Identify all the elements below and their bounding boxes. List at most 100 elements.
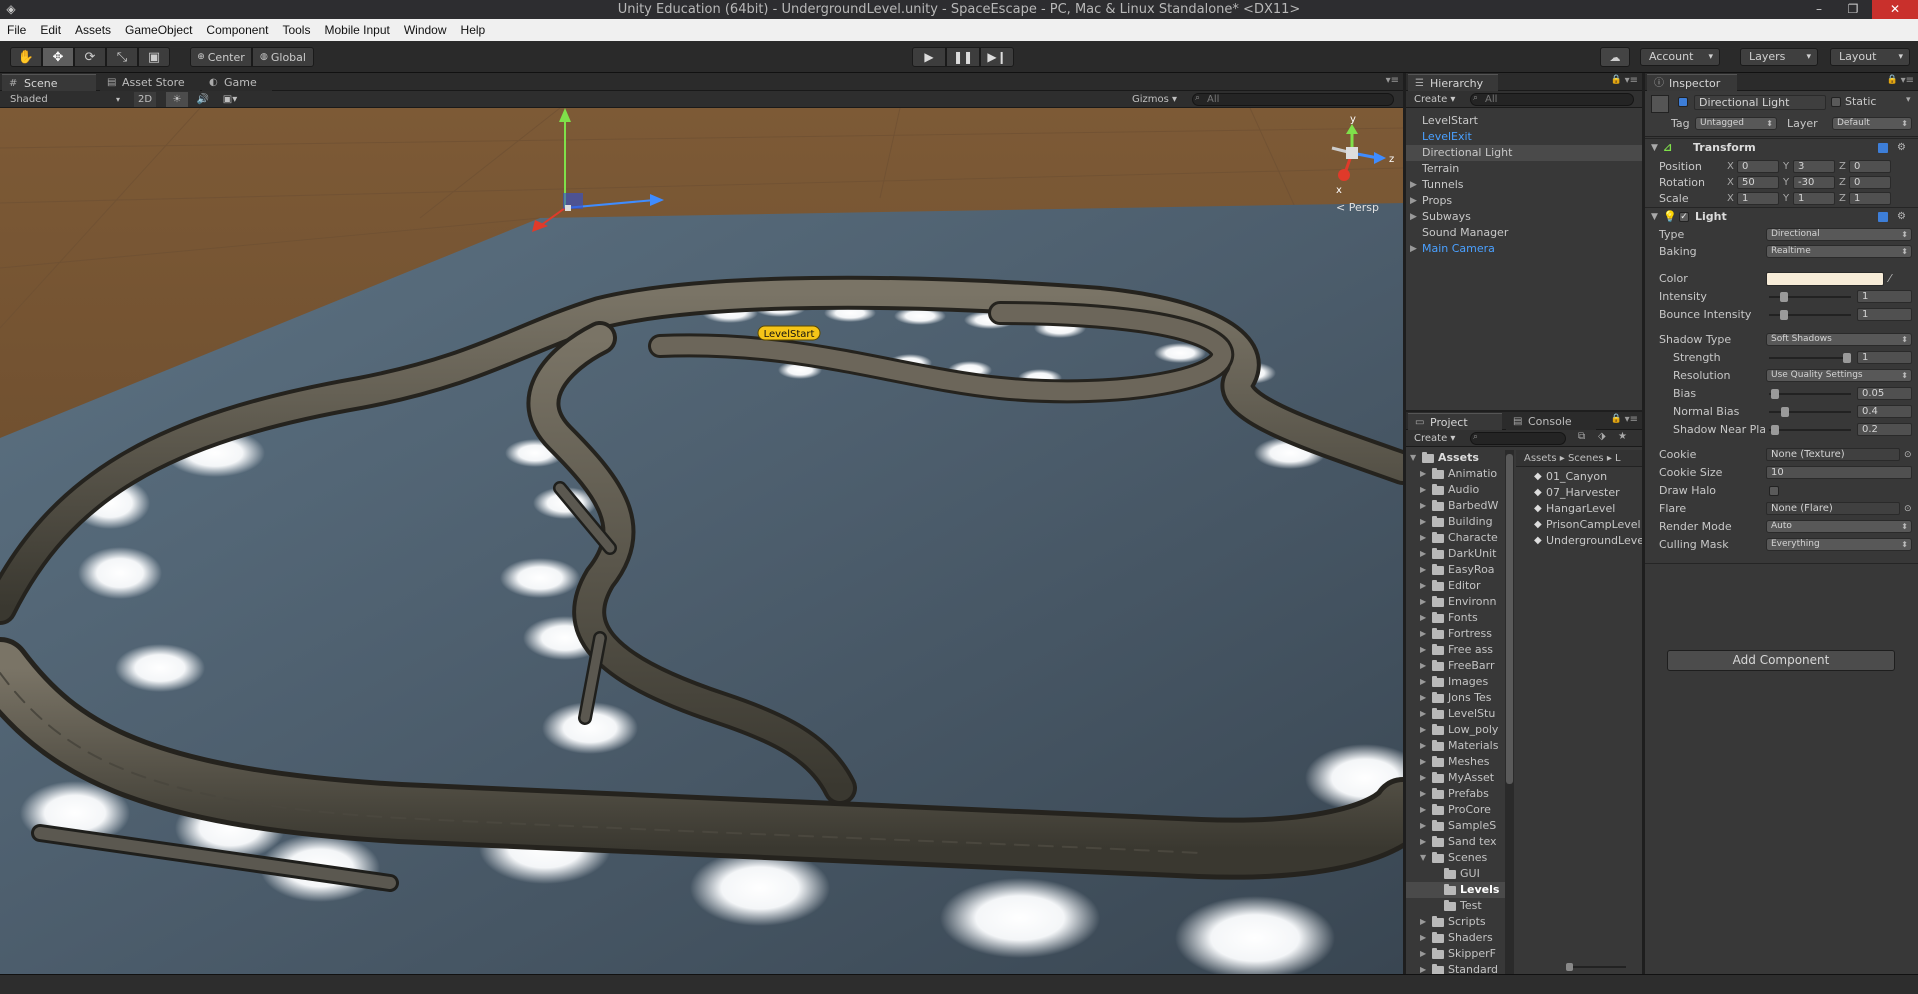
transform-x-input[interactable]: 1 [1737, 192, 1779, 205]
tree-item[interactable]: ▶ Prefabs [1406, 786, 1513, 802]
chevron-right-icon[interactable]: ▶ [1420, 658, 1426, 674]
tree-item[interactable]: ▶ Meshes [1406, 754, 1513, 770]
effects-toggle-icon[interactable]: ▣▾ [218, 92, 242, 107]
culling-mask-dropdown[interactable]: Everything [1766, 538, 1912, 551]
tree-item[interactable]: ▶ DarkUnit [1406, 546, 1513, 562]
chevron-right-icon[interactable]: ▶ [1420, 562, 1426, 578]
bias-slider[interactable] [1769, 393, 1851, 395]
audio-toggle-icon[interactable]: 🔊 [194, 92, 212, 107]
tree-item[interactable]: ▶ Building [1406, 514, 1513, 530]
chevron-right-icon[interactable]: ▶ [1420, 930, 1426, 946]
tree-item[interactable]: ▶ SkipperF [1406, 946, 1513, 962]
tree-item[interactable]: ▶ SampleS [1406, 818, 1513, 834]
transform-z-input[interactable]: 0 [1849, 160, 1891, 173]
light-color-swatch[interactable] [1766, 272, 1884, 286]
axis-z-label[interactable]: Z [1839, 159, 1846, 175]
axis-y-label[interactable]: Y [1783, 175, 1789, 191]
chevron-right-icon[interactable]: ▶ [1420, 818, 1426, 834]
hierarchy-item[interactable]: ▶ Props [1406, 193, 1642, 209]
tree-item[interactable]: ▶ EasyRoa [1406, 562, 1513, 578]
hierarchy-item[interactable]: ▶ Tunnels [1406, 177, 1642, 193]
hierarchy-item[interactable]: ▶ Main Camera [1406, 241, 1642, 257]
axis-x-label[interactable]: X [1727, 191, 1734, 207]
tree-item[interactable]: ▶ Standard [1406, 962, 1513, 974]
tree-item[interactable]: ▶ Animatio [1406, 466, 1513, 482]
tree-item[interactable]: ▶ Free ass [1406, 642, 1513, 658]
tree-item[interactable]: ▶ Scripts [1406, 914, 1513, 930]
tree-item[interactable]: ▶ Jons Tes [1406, 690, 1513, 706]
light-header[interactable]: ▼ 💡 ✓ Light ⚙ [1645, 207, 1918, 225]
object-picker-icon[interactable]: ⊙ [1904, 447, 1912, 463]
panel-menu-icon[interactable]: ▾≡ [1386, 75, 1399, 86]
menu-window[interactable]: Window [397, 19, 454, 41]
transform-y-input[interactable]: -30 [1793, 176, 1835, 189]
tab-project[interactable]: ▭ Project [1408, 413, 1502, 430]
chevron-right-icon[interactable]: ▶ [1420, 610, 1426, 626]
tab-console[interactable]: ▤ Console [1506, 413, 1596, 430]
breadcrumb-scenes[interactable]: Scenes [1568, 453, 1604, 464]
account-dropdown[interactable]: Account [1640, 48, 1720, 66]
space-global-button[interactable]: ◍ Global [252, 47, 314, 67]
hierarchy-item[interactable]: Directional Light [1406, 145, 1642, 161]
filter-type-icon[interactable]: ⧉ [1578, 431, 1585, 442]
axis-x-label[interactable]: X [1727, 159, 1734, 175]
close-button[interactable]: ✕ [1872, 0, 1918, 19]
pivot-center-button[interactable]: ⊕ Center [190, 47, 252, 67]
chevron-right-icon[interactable]: ▶ [1420, 626, 1426, 642]
tree-scrollbar[interactable] [1505, 450, 1514, 974]
scene-file-item[interactable]: ◆ 07_Harvester [1516, 485, 1642, 501]
tree-item[interactable]: ▶ LevelStu [1406, 706, 1513, 722]
normal-bias-slider-knob[interactable] [1781, 407, 1789, 417]
chevron-right-icon[interactable]: ▶ [1420, 594, 1426, 610]
rect-tool-icon[interactable]: ▣ [138, 47, 170, 67]
tree-item[interactable]: ▶ FreeBarr [1406, 658, 1513, 674]
chevron-right-icon[interactable]: ▶ [1420, 834, 1426, 850]
tree-item[interactable]: ▶ Fortress [1406, 626, 1513, 642]
tree-item[interactable]: Levels [1406, 882, 1513, 898]
hierarchy-search-input[interactable]: All [1470, 93, 1634, 106]
menu-edit[interactable]: Edit [33, 19, 68, 41]
chevron-right-icon[interactable]: ▶ [1410, 209, 1417, 225]
light-baking-dropdown[interactable]: Realtime [1766, 245, 1912, 258]
gizmos-dropdown[interactable]: Gizmos ▾ [1132, 92, 1177, 107]
strength-slider[interactable] [1769, 357, 1851, 359]
axis-y-label[interactable]: Y [1783, 191, 1789, 207]
hierarchy-item[interactable]: ▶ Subways [1406, 209, 1642, 225]
shading-dropdown[interactable]: Shaded [10, 92, 48, 107]
help-book-icon[interactable] [1878, 212, 1888, 222]
minimize-button[interactable]: – [1802, 0, 1836, 19]
bounce-slider-knob[interactable] [1780, 310, 1788, 320]
bounce-input[interactable]: 1 [1857, 308, 1912, 321]
near-plane-slider-knob[interactable] [1771, 425, 1779, 435]
static-checkbox[interactable] [1831, 97, 1841, 107]
lock-icon[interactable]: 🔒 [1611, 414, 1622, 424]
tree-item[interactable]: ▶ ProCore [1406, 802, 1513, 818]
cookie-object-field[interactable]: None (Texture) [1766, 448, 1900, 461]
bias-input[interactable]: 0.05 [1857, 387, 1912, 400]
chevron-right-icon[interactable]: ▶ [1410, 241, 1417, 257]
tree-item[interactable]: ▶ Audio [1406, 482, 1513, 498]
scene-file-item[interactable]: ◆ 01_Canyon [1516, 469, 1642, 485]
lock-icon[interactable]: 🔒 [1611, 75, 1622, 85]
shadow-type-dropdown[interactable]: Soft Shadows [1766, 333, 1912, 346]
cloud-icon[interactable]: ☁ [1600, 47, 1630, 67]
strength-slider-knob[interactable] [1843, 353, 1851, 363]
scene-file-item[interactable]: ◆ PrisonCampLevel [1516, 517, 1642, 533]
chevron-right-icon[interactable]: ▶ [1420, 786, 1426, 802]
chevron-right-icon[interactable]: ▶ [1420, 802, 1426, 818]
maximize-button[interactable]: ❐ [1836, 0, 1870, 19]
scene-viewport[interactable]: LevelStart y z x < Persp [0, 108, 1403, 974]
chevron-right-icon[interactable]: ▶ [1420, 770, 1426, 786]
levelstart-marker[interactable]: LevelStart [757, 325, 821, 341]
menu-mobile-input[interactable]: Mobile Input [317, 19, 396, 41]
project-create-dropdown[interactable]: Create ▾ [1414, 431, 1455, 446]
scene-file-item[interactable]: ◆ HangarLevel [1516, 501, 1642, 517]
chevron-right-icon[interactable]: ▶ [1420, 642, 1426, 658]
transform-z-input[interactable]: 0 [1849, 176, 1891, 189]
near-plane-slider[interactable] [1769, 429, 1851, 431]
chevron-right-icon[interactable]: ▶ [1420, 962, 1426, 974]
active-checkbox[interactable] [1678, 97, 1688, 107]
chevron-right-icon[interactable]: ▶ [1420, 514, 1426, 530]
menu-help[interactable]: Help [454, 19, 493, 41]
tree-item-assets[interactable]: ▼ Assets [1406, 450, 1513, 466]
